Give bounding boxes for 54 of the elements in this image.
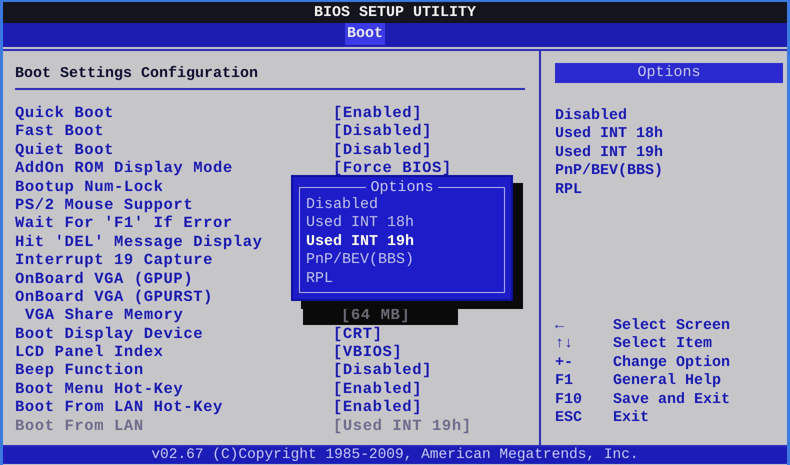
key-label: ↑↓ [555, 335, 574, 354]
setting-label[interactable]: Beep Function [15, 361, 144, 380]
setting-value[interactable]: [VBIOS] [333, 343, 402, 362]
key-action: Change Option [613, 354, 732, 372]
key-action: Save and Exit [613, 390, 732, 409]
setting-value[interactable]: [Force BIOS] [333, 159, 452, 178]
setting-label[interactable]: LCD Panel Index [15, 343, 164, 362]
popup-option[interactable]: RPL [306, 270, 334, 288]
key-action: Select Item [613, 335, 714, 354]
setting-label[interactable]: VGA Share Memory [25, 306, 184, 324]
setting-label[interactable]: Fast Boot [15, 122, 104, 140]
options-header: Options [555, 63, 783, 83]
copyright-text: v02.67 (C)Copyright 1985-2009, American Megatrends, Inc. [151, 447, 639, 463]
popup-title: Options [369, 179, 434, 196]
window-title: BIOS SETUP UTILITY [314, 3, 476, 23]
popup-option[interactable]: Used INT 19h [306, 232, 414, 252]
setting-label[interactable]: Quick Boot [15, 104, 114, 122]
setting-value[interactable]: [Enabled] [333, 398, 422, 417]
key-label: +- [555, 354, 574, 372]
setting-label[interactable]: OnBoard VGA (GPURST) [15, 288, 214, 306]
setting-value[interactable]: [Disabled] [333, 140, 432, 160]
setting-value[interactable]: [Disabled] [333, 122, 432, 141]
setting-label[interactable]: AddOn ROM Display Mode [15, 159, 233, 178]
setting-value[interactable]: [Enabled] [333, 104, 422, 122]
setting-label[interactable]: Hit 'DEL' Message Display [15, 232, 263, 251]
key-action: General Help [613, 372, 722, 391]
setting-label[interactable]: Interrupt 19 Capture [15, 251, 214, 270]
popup-option[interactable]: PnP/BEV(BBS) [306, 251, 414, 270]
setting-label[interactable]: OnBoard VGA (GPUP) [15, 270, 194, 288]
setting-label[interactable]: Wait For 'F1' If Error [15, 214, 233, 232]
key-label: F1 [555, 372, 574, 391]
setting-value[interactable]: [Enabled] [333, 380, 422, 398]
key-label: F10 [555, 390, 584, 409]
setting-label[interactable]: Boot From LAN Hot-Key [15, 398, 223, 416]
setting-value[interactable]: [Disabled] [333, 361, 432, 380]
tab[interactable]: Boot [344, 23, 385, 45]
section-heading: Boot Settings Configuration [15, 61, 525, 90]
popup-option[interactable]: Disabled [306, 196, 378, 214]
key-action: Select Screen [613, 316, 732, 336]
option-text: Used INT 19h [555, 144, 664, 162]
setting-label[interactable]: PS/2 Mouse Support [15, 196, 194, 214]
setting-label[interactable]: Boot Menu Hot-Key [15, 380, 184, 398]
key-label: ESC [555, 408, 584, 428]
setting-label[interactable]: Quiet Boot [15, 140, 114, 159]
setting-value[interactable]: [CRT] [333, 324, 383, 344]
option-text: PnP/BEV(BBS) [555, 162, 664, 181]
popup-option[interactable]: Used INT 18h [306, 214, 414, 233]
key-label: ← [555, 316, 566, 336]
option-text: RPL [555, 180, 584, 199]
setting-label[interactable]: Boot Display Device [15, 324, 204, 343]
option-text: Used INT 18h [555, 125, 664, 144]
setting-label[interactable]: Bootup Num-Lock [15, 178, 164, 196]
option-text: Disabled [555, 107, 628, 126]
key-action: Exit [613, 408, 650, 428]
